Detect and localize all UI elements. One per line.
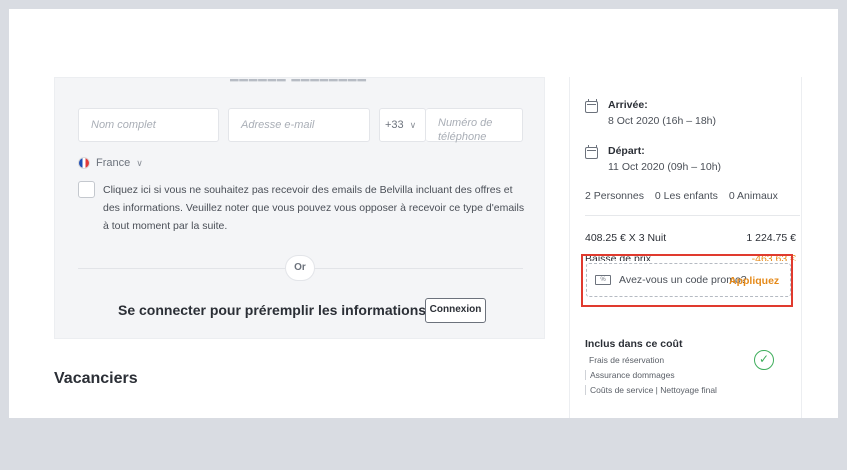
nightly-price-label: 408.25 € X 3 Nuit (585, 232, 667, 244)
arrival-label: Arrivée: (608, 99, 648, 111)
consent-text: Cliquez ici si vous ne souhaitez pas rec… (103, 184, 525, 232)
included-item: Coûts de service | Nettoyage final (585, 385, 717, 395)
summary-separator (585, 215, 800, 216)
chevron-down-icon: ∨ (136, 157, 143, 168)
calendar-icon (585, 99, 598, 113)
vacanciers-heading: Vacanciers (54, 370, 138, 387)
included-item: Frais de réservation (589, 355, 665, 365)
france-flag-icon (78, 157, 90, 169)
persons-count: 2 Personnes (585, 190, 644, 202)
check-circle-icon: ✓ (754, 350, 774, 370)
login-button[interactable]: Connexion (425, 298, 486, 323)
chevron-down-icon: ∨ (409, 120, 417, 130)
included-title: Inclus dans ce coût (585, 338, 683, 350)
departure-value: 11 Oct 2020 (09h – 10h) (608, 161, 722, 173)
calendar-icon (585, 145, 598, 159)
departure-block: Départ: 11 Oct 2020 (09h – 10h) (585, 145, 721, 173)
email-input[interactable]: Adresse e-mail (228, 108, 370, 142)
or-label: Or (285, 255, 315, 281)
consent-checkbox[interactable] (78, 181, 95, 198)
country-code-select[interactable]: +33 ∨ (379, 108, 426, 142)
guest-counts: 2 Personnes 0 Les enfants 0 Animaux (585, 190, 786, 202)
page-frame: ━━━━━━ ━━━━━━━━ Nom complet Adresse e-ma… (9, 9, 838, 461)
departure-label: Départ: (608, 145, 645, 157)
included-item: Assurance dommages (585, 370, 675, 380)
highlight-box (581, 254, 793, 307)
phone-input[interactable]: Numéro de téléphone (426, 108, 523, 143)
bottom-margin (9, 418, 838, 461)
prefill-label: Se connecter pour préremplir les informa… (118, 302, 427, 318)
nightly-price-amount: 1 224.75 € (746, 232, 796, 244)
children-count: 0 Les enfants (654, 190, 718, 202)
country-code-value: +33 (385, 119, 404, 131)
nightly-price-row: 408.25 € X 3 Nuit 1 224.75 € (585, 232, 796, 244)
full-name-input[interactable]: Nom complet (78, 108, 219, 142)
country-label: France (96, 157, 131, 169)
booking-summary-panel: Arrivée: 8 Oct 2020 (16h – 18h) Départ: … (569, 77, 802, 418)
contact-form-card: ━━━━━━ ━━━━━━━━ Nom complet Adresse e-ma… (54, 72, 545, 339)
arrival-value: 8 Oct 2020 (16h – 18h) (608, 115, 716, 127)
arrival-block: Arrivée: 8 Oct 2020 (16h – 18h) (585, 99, 716, 127)
country-selector[interactable]: France ∨ (78, 157, 143, 169)
animals-count: 0 Animaux (728, 190, 778, 202)
faded-section-heading: ━━━━━━ ━━━━━━━━ (230, 72, 367, 86)
